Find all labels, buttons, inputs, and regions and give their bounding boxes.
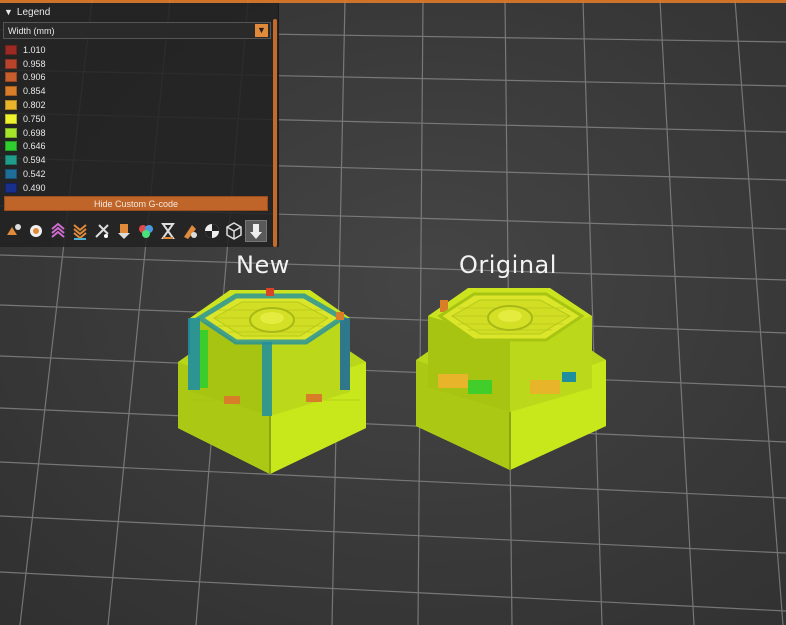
shells-icon[interactable] <box>224 221 244 241</box>
color-changes-icon[interactable] <box>136 221 156 241</box>
legend-row: 0.490 <box>5 181 46 195</box>
legend-list: 1.010 0.958 0.906 0.854 0.802 0.750 0.698 0.646… <box>5 43 46 195</box>
chevron-down-icon[interactable]: ▼ <box>255 24 268 37</box>
collapse-triangle-icon[interactable]: ▼ <box>4 7 13 17</box>
legend-value: 0.542 <box>23 169 46 180</box>
legend-row: 1.010 <box>5 43 46 57</box>
tool-changes-icon[interactable] <box>114 221 134 241</box>
legend-value: 0.490 <box>23 182 46 193</box>
legend-header[interactable]: ▼ Legend <box>4 5 50 19</box>
color-swatch <box>5 155 17 166</box>
legend-row: 0.906 <box>5 71 46 85</box>
legend-value: 0.646 <box>23 141 46 152</box>
pause-icon[interactable] <box>158 221 178 241</box>
label-original: Original <box>459 251 557 279</box>
label-new: New <box>236 251 290 279</box>
legend-toolbar <box>4 220 267 243</box>
legend-value: 0.750 <box>23 113 46 124</box>
legend-row: 0.594 <box>5 153 46 167</box>
tool-marker-icon[interactable] <box>245 220 267 242</box>
color-swatch <box>5 44 17 55</box>
legend-row: 0.958 <box>5 57 46 71</box>
legend-panel: ▼ Legend Width (mm) ▼ 1.010 0.958 0.906 0.85… <box>0 3 279 247</box>
legend-row: 0.646 <box>5 140 46 154</box>
travel-icon[interactable] <box>4 221 24 241</box>
legend-value: 0.958 <box>23 58 46 69</box>
legend-row: 0.802 <box>5 98 46 112</box>
color-swatch <box>5 141 17 152</box>
legend-value: 0.698 <box>23 127 46 138</box>
legend-row: 0.854 <box>5 84 46 98</box>
retractions-icon[interactable] <box>48 221 68 241</box>
legend-value: 0.594 <box>23 155 46 166</box>
legend-value: 0.854 <box>23 86 46 97</box>
seams-icon[interactable] <box>92 221 112 241</box>
legend-row: 0.750 <box>5 112 46 126</box>
legend-row: 0.698 <box>5 126 46 140</box>
legend-value: 1.010 <box>23 44 46 55</box>
legend-value: 0.802 <box>23 100 46 111</box>
color-swatch <box>5 72 17 83</box>
view-type-select[interactable]: Width (mm) ▼ <box>3 22 271 39</box>
custom-gcode-icon[interactable] <box>180 221 200 241</box>
color-swatch <box>5 182 17 193</box>
view-type-value: Width (mm) <box>8 26 55 36</box>
color-swatch <box>5 127 17 138</box>
wipe-icon[interactable] <box>26 221 46 241</box>
hide-custom-gcode-button[interactable]: Hide Custom G-code <box>4 196 268 211</box>
legend-row: 0.542 <box>5 167 46 181</box>
legend-scrollbar[interactable] <box>273 19 277 247</box>
center-of-gravity-icon[interactable] <box>202 221 222 241</box>
color-swatch <box>5 100 17 111</box>
color-swatch <box>5 169 17 180</box>
legend-value: 0.906 <box>23 72 46 83</box>
deretractions-icon[interactable] <box>70 221 90 241</box>
color-swatch <box>5 86 17 97</box>
color-swatch <box>5 58 17 69</box>
color-swatch <box>5 113 17 124</box>
legend-title: Legend <box>16 7 51 18</box>
